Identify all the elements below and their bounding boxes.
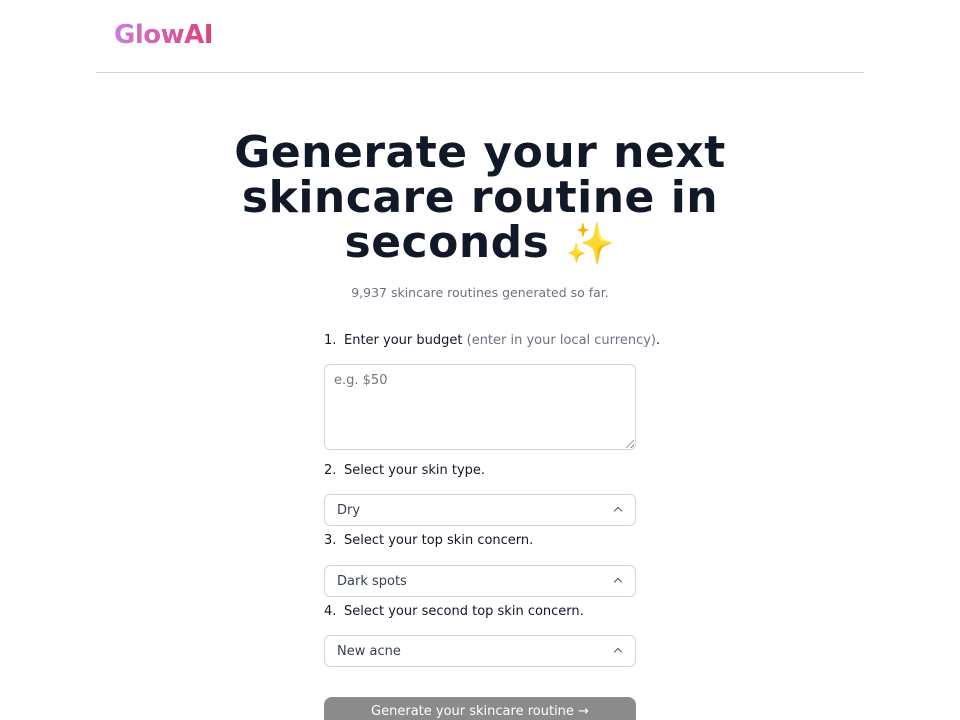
- resize-handle-icon[interactable]: [626, 440, 634, 448]
- budget-field-wrapper: [324, 364, 636, 450]
- sparkles-icon: ✨: [565, 221, 616, 267]
- title-line-3: seconds: [344, 217, 550, 268]
- step-4-number: 4.: [324, 604, 337, 619]
- generate-routine-button[interactable]: Generate your skincare routine →: [324, 697, 636, 720]
- second-concern-select[interactable]: New acne: [324, 635, 636, 667]
- routines-counter: 9,937 skincare routines generated so far…: [351, 285, 609, 300]
- top-concern-value: Dark spots: [337, 573, 407, 589]
- step-1-hint: (enter in your local currency): [466, 333, 656, 348]
- title-line-1: Generate your next: [234, 127, 726, 178]
- header: GlowAI: [96, 0, 864, 73]
- step-4-label: 4. Select your second top skin concern.: [324, 604, 584, 619]
- page-title: Generate your next skincare routine in s…: [180, 130, 780, 267]
- budget-input[interactable]: [324, 364, 636, 450]
- top-concern-select[interactable]: Dark spots: [324, 565, 636, 597]
- step-3-text: Select your top skin concern.: [344, 533, 534, 548]
- step-3-number: 3.: [324, 533, 337, 548]
- step-4-text: Select your second top skin concern.: [344, 604, 584, 619]
- step-2-text: Select your skin type.: [344, 463, 486, 478]
- page: GlowAI Generate your next skincare routi…: [0, 0, 960, 720]
- skin-type-select[interactable]: Dry: [324, 494, 636, 526]
- step-1-suffix: .: [656, 333, 661, 348]
- step-2-label: 2. Select your skin type.: [324, 463, 485, 478]
- step-3-label: 3. Select your top skin concern.: [324, 533, 533, 548]
- chevron-up-icon: [613, 576, 623, 586]
- title-line-2: skincare routine in: [241, 172, 719, 223]
- second-concern-value: New acne: [337, 643, 401, 659]
- chevron-up-icon: [613, 505, 623, 515]
- step-1-number: 1.: [324, 333, 337, 348]
- step-1-label: 1. Enter your budget (enter in your local…: [324, 333, 660, 348]
- logo[interactable]: GlowAI: [114, 20, 213, 50]
- step-1-text: Enter your budget: [344, 333, 463, 348]
- step-2-number: 2.: [324, 463, 337, 478]
- chevron-up-icon: [613, 646, 623, 656]
- skin-type-value: Dry: [337, 502, 361, 518]
